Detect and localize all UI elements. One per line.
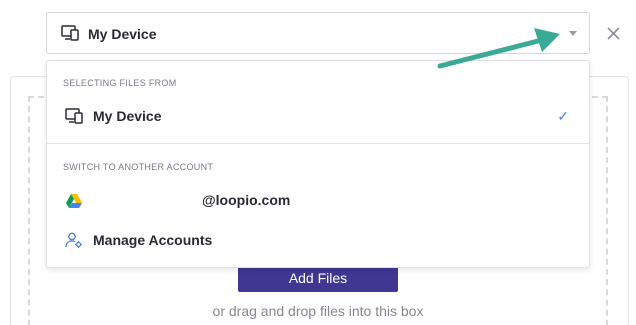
section-heading-selecting: SELECTING FILES FROM	[63, 78, 177, 88]
drop-hint-text: or drag and drop files into this box	[212, 303, 424, 319]
menu-divider	[47, 143, 589, 144]
selected-source-label: My Device	[88, 26, 157, 42]
file-picker-modal: Add Files or drag and drop files into th…	[0, 0, 636, 325]
user-settings-icon	[65, 232, 82, 248]
checkmark-icon: ✓	[557, 108, 569, 124]
source-dropdown-menu: SELECTING FILES FROM My Device ✓ SWITCH …	[46, 60, 590, 268]
menu-item-manage-accounts[interactable]: Manage Accounts	[47, 223, 589, 257]
device-icon	[65, 108, 83, 124]
menu-item-my-device[interactable]: My Device ✓	[47, 99, 589, 133]
menu-item-label: My Device	[93, 108, 162, 124]
google-drive-icon	[66, 194, 82, 208]
menu-item-label: Manage Accounts	[93, 232, 213, 248]
close-icon[interactable]	[603, 23, 625, 45]
menu-item-google-account[interactable]: @loopio.com	[47, 183, 589, 217]
annotation-arrow-icon	[437, 28, 560, 69]
device-icon	[61, 25, 79, 41]
account-email: @loopio.com	[202, 192, 291, 208]
section-heading-switch: SWITCH TO ANOTHER ACCOUNT	[63, 162, 214, 172]
chevron-down-icon[interactable]	[569, 31, 577, 36]
